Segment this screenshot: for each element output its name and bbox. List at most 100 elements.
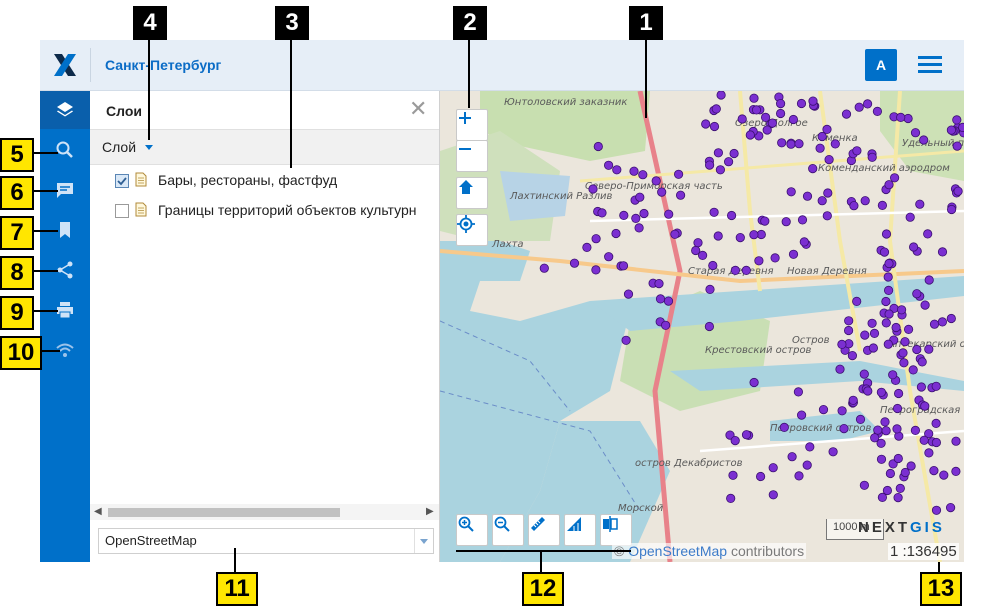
poi-point[interactable] (876, 438, 886, 448)
poi-point[interactable] (929, 319, 940, 329)
poi-point[interactable] (775, 108, 786, 119)
poi-point[interactable] (877, 492, 887, 502)
poi-point[interactable] (611, 228, 621, 239)
poi-point[interactable] (777, 138, 787, 148)
poi-point[interactable] (860, 330, 870, 340)
horizontal-scrollbar[interactable]: ◀ ▶ (90, 504, 439, 520)
poi-point[interactable] (638, 170, 648, 180)
poi-point[interactable] (787, 452, 797, 462)
poi-point[interactable] (604, 252, 614, 262)
basemap-select[interactable]: OpenStreetMap (98, 528, 434, 554)
poi-point[interactable] (869, 328, 880, 338)
poi-point[interactable] (939, 470, 949, 480)
poi-point[interactable] (657, 187, 667, 197)
poi-point[interactable] (877, 200, 887, 211)
layer-item[interactable]: Границы территорий объектов культурн (90, 197, 439, 225)
poi-point[interactable] (884, 180, 894, 190)
poi-point[interactable] (899, 358, 909, 368)
poi-point[interactable] (663, 296, 674, 306)
poi-point[interactable] (946, 313, 956, 324)
poi-point[interactable] (837, 406, 847, 416)
poi-point[interactable] (591, 234, 601, 244)
poi-point[interactable] (749, 230, 759, 240)
poi-point[interactable] (880, 417, 890, 427)
poi-point[interactable] (893, 492, 903, 503)
poi-point[interactable] (808, 164, 818, 174)
poi-point[interactable] (760, 216, 770, 226)
poi-point[interactable] (931, 505, 942, 515)
poi-point[interactable] (931, 381, 941, 391)
poi-point[interactable] (651, 176, 661, 186)
poi-point[interactable] (868, 343, 878, 353)
poi-point[interactable] (802, 191, 813, 201)
poi-point[interactable] (730, 435, 740, 446)
poi-point[interactable] (799, 237, 809, 247)
poi-point[interactable] (708, 260, 718, 271)
poi-point[interactable] (917, 357, 927, 367)
poi-point[interactable] (817, 131, 827, 142)
poi-point[interactable] (797, 215, 808, 225)
poi-point[interactable] (876, 454, 887, 464)
poi-point[interactable] (817, 196, 827, 206)
poi-point[interactable] (786, 139, 796, 149)
close-icon[interactable]: ✕ (409, 98, 427, 120)
poi-point[interactable] (915, 199, 925, 209)
poi-point[interactable] (888, 370, 898, 380)
poi-point[interactable] (951, 466, 961, 476)
poi-point[interactable] (735, 233, 745, 243)
map-view[interactable]: Юнтоловский заказник Озеро Долгое Каменк… (440, 91, 964, 562)
poi-point[interactable] (953, 186, 963, 196)
poi-point[interactable] (726, 493, 736, 503)
poi-point[interactable] (841, 109, 852, 119)
poi-point[interactable] (805, 442, 815, 452)
poi-point[interactable] (910, 425, 920, 435)
poi-point[interactable] (676, 190, 686, 200)
poi-point[interactable] (844, 316, 854, 326)
poi-point[interactable] (794, 139, 804, 149)
poi-point[interactable] (881, 318, 891, 328)
poi-point[interactable] (786, 187, 796, 197)
poi-point[interactable] (924, 448, 934, 458)
poi-point[interactable] (892, 424, 902, 434)
poi-point[interactable] (760, 112, 771, 123)
poi-point[interactable] (924, 275, 934, 285)
poi-point[interactable] (593, 141, 603, 152)
poi-point[interactable] (855, 414, 866, 424)
poi-point[interactable] (912, 344, 922, 355)
poi-point[interactable] (924, 344, 934, 354)
scroll-left-icon[interactable]: ◀ (94, 506, 102, 517)
home-extent-button[interactable] (456, 177, 488, 209)
poi-point[interactable] (830, 139, 840, 149)
locate-button[interactable] (456, 214, 488, 246)
poi-point[interactable] (635, 192, 645, 202)
poi-point[interactable] (843, 325, 854, 336)
poi-point[interactable] (920, 401, 930, 411)
poi-point[interactable] (815, 143, 825, 153)
poi-point[interactable] (937, 317, 947, 327)
poi-point[interactable] (693, 238, 703, 248)
poi-point[interactable] (741, 265, 751, 275)
poi-point[interactable] (796, 410, 807, 420)
chevron-down-icon[interactable] (414, 529, 433, 553)
menu-button[interactable] (916, 53, 942, 77)
layer-checkbox[interactable] (115, 174, 129, 188)
poi-point[interactable] (597, 208, 607, 218)
measure-distance-button[interactable] (528, 514, 560, 546)
poi-point[interactable] (895, 483, 905, 493)
poi-point[interactable] (912, 289, 922, 299)
poi-point[interactable] (823, 188, 833, 198)
poi-point[interactable] (885, 468, 895, 479)
poi-point[interactable] (639, 208, 649, 219)
poi-point[interactable] (910, 128, 921, 138)
poi-point[interactable] (802, 460, 812, 470)
poi-point[interactable] (881, 426, 891, 436)
scroll-right-icon[interactable]: ▶ (426, 506, 434, 517)
poi-point[interactable] (768, 463, 778, 473)
poi-point[interactable] (958, 122, 965, 132)
poi-point[interactable] (908, 242, 919, 252)
poi-point[interactable] (713, 231, 723, 241)
poi-point[interactable] (889, 173, 900, 183)
poi-point[interactable] (931, 437, 941, 448)
poi-point[interactable] (884, 309, 894, 319)
poi-point[interactable] (631, 213, 641, 224)
